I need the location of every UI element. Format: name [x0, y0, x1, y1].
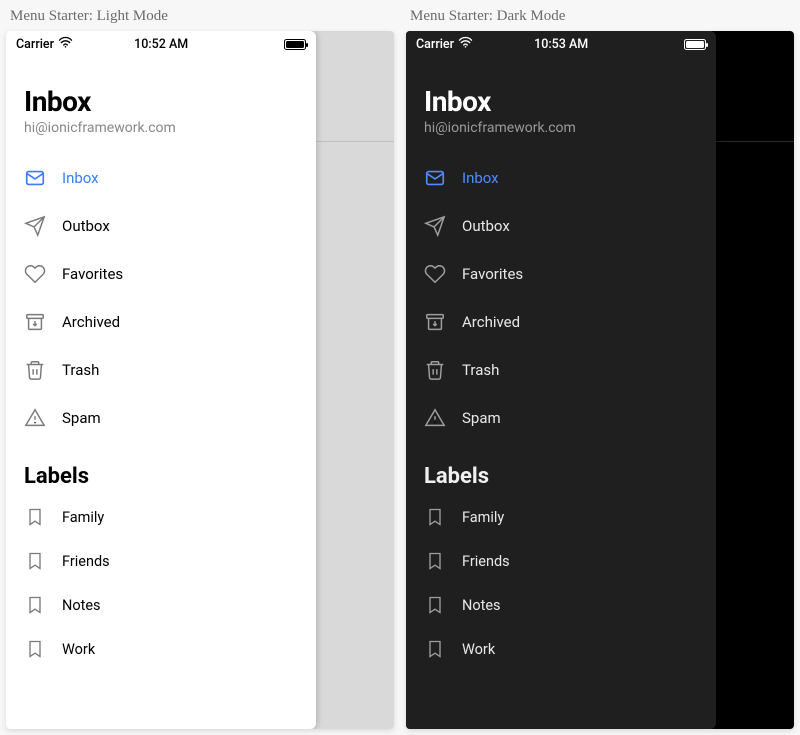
bookmark-icon — [24, 550, 46, 572]
send-icon — [424, 215, 446, 237]
labels-heading: Labels — [406, 442, 716, 495]
menu-item-label: Inbox — [462, 169, 499, 187]
detail-divider — [316, 141, 394, 142]
app-title: Inbox — [24, 85, 298, 118]
panel-title-light: Menu Starter: Light Mode — [6, 6, 394, 31]
label-item-notes[interactable]: Notes — [406, 583, 716, 627]
bookmark-icon — [24, 506, 46, 528]
detail-divider — [716, 141, 794, 142]
phone-frame-light: Carrier 10:52 AM Inbox hi@ionicframework… — [6, 31, 394, 729]
menu-item-label: Spam — [62, 409, 101, 427]
archive-icon — [424, 311, 446, 333]
menu-item-label: Trash — [62, 361, 99, 379]
menu-item-favorites[interactable]: Favorites — [406, 250, 716, 298]
menu-item-label: Trash — [462, 361, 499, 379]
menu-item-label: Spam — [462, 409, 501, 427]
bookmark-icon — [24, 638, 46, 660]
status-bar: Carrier 10:52 AM — [6, 31, 316, 57]
menu-item-archived[interactable]: Archived — [6, 298, 316, 346]
account-email: hi@ionicframework.com — [424, 120, 698, 136]
label-item-family[interactable]: Family — [6, 495, 316, 539]
carrier-label: Carrier — [416, 37, 454, 52]
trash-icon — [24, 359, 46, 381]
label-item-friends[interactable]: Friends — [406, 539, 716, 583]
menu-item-label: Outbox — [462, 217, 510, 235]
menu-item-archived[interactable]: Archived — [406, 298, 716, 346]
menu-item-spam[interactable]: Spam — [406, 394, 716, 442]
battery-icon — [684, 39, 706, 50]
heart-icon — [424, 263, 446, 285]
bookmark-icon — [424, 594, 446, 616]
panel-title-dark: Menu Starter: Dark Mode — [406, 6, 794, 31]
label-item-label: Family — [462, 509, 504, 526]
status-bar: Carrier 10:53 AM — [406, 31, 716, 57]
battery-icon — [284, 39, 306, 50]
menu-item-label: Inbox — [62, 169, 99, 187]
menu-item-inbox[interactable]: Inbox — [406, 154, 716, 202]
menu-list: Inbox Outbox Favorites — [6, 154, 316, 442]
side-menu: Carrier 10:53 AM Inbox hi@ionicframework… — [406, 31, 716, 729]
menu-item-label: Outbox — [62, 217, 110, 235]
label-item-label: Friends — [462, 553, 510, 570]
menu-item-label: Favorites — [62, 265, 123, 283]
warning-icon — [24, 407, 46, 429]
labels-list: Family Friends Notes Work — [406, 495, 716, 671]
bookmark-icon — [424, 506, 446, 528]
menu-item-label: Archived — [462, 313, 520, 331]
menu-header: Inbox hi@ionicframework.com — [406, 57, 716, 154]
menu-item-outbox[interactable]: Outbox — [6, 202, 316, 250]
app-title: Inbox — [424, 85, 698, 118]
label-item-label: Notes — [462, 597, 501, 614]
label-item-label: Notes — [62, 597, 101, 614]
side-menu: Carrier 10:52 AM Inbox hi@ionicframework… — [6, 31, 316, 729]
mail-icon — [424, 167, 446, 189]
bookmark-icon — [24, 594, 46, 616]
labels-list: Family Friends Notes Work — [6, 495, 316, 671]
mail-icon — [24, 167, 46, 189]
menu-item-label: Archived — [62, 313, 120, 331]
labels-heading: Labels — [6, 442, 316, 495]
carrier-label: Carrier — [16, 37, 54, 52]
label-item-work[interactable]: Work — [406, 627, 716, 671]
account-email: hi@ionicframework.com — [24, 120, 298, 136]
menu-item-favorites[interactable]: Favorites — [6, 250, 316, 298]
label-item-friends[interactable]: Friends — [6, 539, 316, 583]
label-item-notes[interactable]: Notes — [6, 583, 316, 627]
menu-item-inbox[interactable]: Inbox — [6, 154, 316, 202]
label-item-label: Work — [462, 641, 495, 658]
menu-list: Inbox Outbox Favorites — [406, 154, 716, 442]
menu-item-trash[interactable]: Trash — [6, 346, 316, 394]
label-item-label: Family — [62, 509, 104, 526]
menu-header: Inbox hi@ionicframework.com — [6, 57, 316, 154]
label-item-label: Friends — [62, 553, 110, 570]
bookmark-icon — [424, 638, 446, 660]
heart-icon — [24, 263, 46, 285]
menu-item-outbox[interactable]: Outbox — [406, 202, 716, 250]
warning-icon — [424, 407, 446, 429]
bookmark-icon — [424, 550, 446, 572]
label-item-label: Work — [62, 641, 95, 658]
archive-icon — [24, 311, 46, 333]
trash-icon — [424, 359, 446, 381]
menu-item-trash[interactable]: Trash — [406, 346, 716, 394]
label-item-work[interactable]: Work — [6, 627, 316, 671]
wifi-icon — [58, 36, 73, 52]
menu-item-label: Favorites — [462, 265, 523, 283]
phone-frame-dark: Carrier 10:53 AM Inbox hi@ionicframework… — [406, 31, 794, 729]
menu-item-spam[interactable]: Spam — [6, 394, 316, 442]
wifi-icon — [458, 36, 473, 52]
label-item-family[interactable]: Family — [406, 495, 716, 539]
send-icon — [24, 215, 46, 237]
